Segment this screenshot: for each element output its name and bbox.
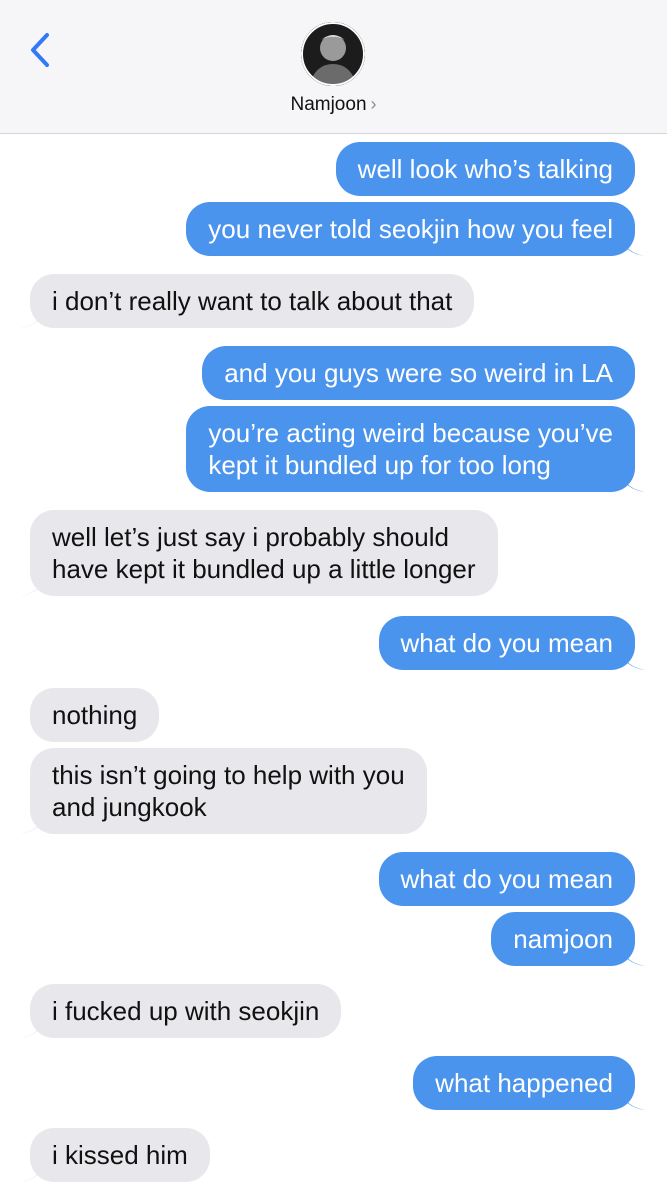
bubble-tail — [621, 234, 645, 256]
bubble-tail — [20, 1016, 44, 1038]
message-text-line: kept it bundled up for too long — [208, 450, 551, 480]
message-bubble-incoming[interactable]: i fucked up with seokjin — [20, 984, 342, 1038]
message-bubble-outgoing[interactable]: namjoon — [491, 912, 645, 966]
message-text: i kissed him — [52, 1140, 188, 1170]
bubble-tail — [20, 812, 44, 834]
bubble-tail — [621, 648, 645, 670]
message-bubble-incoming[interactable]: i don’t really want to talk about that — [20, 274, 475, 328]
message-text: you never told seokjin how you feel — [208, 214, 613, 244]
bubble-tail — [621, 944, 645, 966]
message-text: what do you mean — [400, 628, 613, 658]
message-text: i fucked up with seokjin — [52, 996, 320, 1026]
message-text: and you guys were so weird in LA — [224, 358, 613, 388]
message-bubble-incoming[interactable]: nothing — [30, 688, 160, 742]
message-text: what happened — [435, 1068, 613, 1098]
chevron-left-icon — [31, 33, 49, 67]
message-text: i don’t really want to talk about that — [52, 286, 453, 316]
message-text: nothing — [52, 700, 138, 730]
message-text-line: you’re acting weird because you’ve — [208, 418, 613, 448]
conversation-header: Namjoon › — [0, 0, 667, 134]
bubble-tail — [621, 1088, 645, 1110]
contact-avatar[interactable] — [301, 22, 365, 86]
message-bubble-outgoing[interactable]: you’re acting weird because you’ve kept … — [186, 406, 645, 492]
message-bubble-outgoing[interactable]: well look who’s talking — [335, 142, 635, 196]
message-text: namjoon — [513, 924, 613, 954]
back-button[interactable] — [22, 30, 58, 70]
message-bubble-outgoing[interactable]: you never told seokjin how you feel — [186, 202, 645, 256]
bubble-tail — [621, 470, 645, 492]
message-bubble-outgoing[interactable]: what do you mean — [378, 616, 645, 670]
message-bubble-outgoing[interactable]: what happened — [413, 1056, 645, 1110]
bubble-tail — [20, 306, 44, 328]
contact-name: Namjoon — [290, 94, 367, 115]
message-text-line: well let’s just say i probably should — [52, 522, 449, 552]
message-text: well look who’s talking — [357, 154, 613, 184]
bubble-tail — [20, 1160, 44, 1182]
message-text-line: this isn’t going to help with you — [52, 760, 405, 790]
bubble-tail — [20, 574, 44, 596]
chevron-right-icon: › — [370, 94, 377, 114]
contact-name-button[interactable]: Namjoon › — [0, 94, 667, 116]
message-text-line: and jungkook — [52, 792, 207, 822]
message-text: what do you mean — [400, 864, 613, 894]
message-text-line: have kept it bundled up a little longer — [52, 554, 476, 584]
message-bubble-outgoing[interactable]: what do you mean — [378, 852, 635, 906]
message-bubble-incoming[interactable]: i kissed him — [20, 1128, 210, 1182]
message-thread[interactable]: well look who’s talking you never told s… — [0, 134, 667, 1200]
message-bubble-incoming[interactable]: this isn’t going to help with you and ju… — [20, 748, 427, 834]
message-bubble-outgoing[interactable]: and you guys were so weird in LA — [202, 346, 635, 400]
message-bubble-incoming[interactable]: well let’s just say i probably should ha… — [20, 510, 498, 596]
